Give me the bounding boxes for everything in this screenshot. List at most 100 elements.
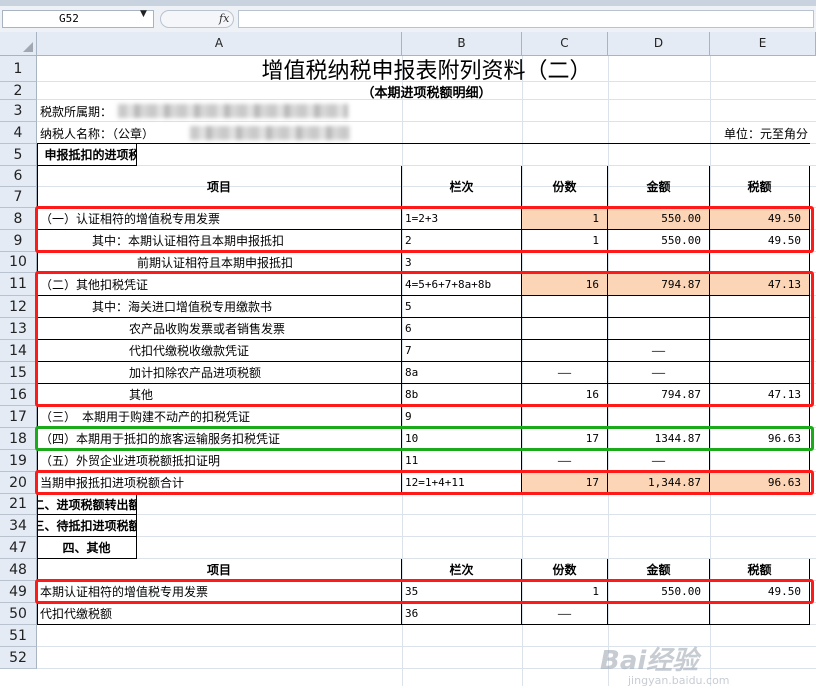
- item-label[interactable]: 其他: [37, 384, 402, 406]
- value-tax[interactable]: 96.63: [710, 428, 810, 450]
- line-code[interactable]: 10: [402, 428, 522, 450]
- value-count[interactable]: [522, 318, 608, 340]
- row-header-13[interactable]: 13: [0, 318, 37, 340]
- value-tax[interactable]: 49.50: [710, 581, 810, 603]
- value-count[interactable]: [522, 296, 608, 318]
- line-code[interactable]: 35: [402, 581, 522, 603]
- line-code[interactable]: 5: [402, 296, 522, 318]
- item-label[interactable]: （三） 本期用于购建不动产的扣税凭证: [37, 406, 402, 428]
- column-header-d[interactable]: D: [608, 32, 710, 56]
- header-item[interactable]: 项目: [37, 166, 402, 208]
- value-tax[interactable]: [710, 296, 810, 318]
- item-label[interactable]: 当期申报抵扣进项税额合计: [37, 472, 402, 494]
- sheet-subtitle[interactable]: （本期进项税额明细）: [37, 82, 816, 101]
- line-code[interactable]: 4=5+6+7+8a+8b: [402, 273, 522, 296]
- value-tax[interactable]: [710, 252, 810, 273]
- row-header-7[interactable]: 7: [0, 187, 37, 208]
- row-header-50[interactable]: 50: [0, 603, 37, 625]
- value-tax[interactable]: 47.13: [710, 273, 810, 296]
- value-amount[interactable]: ——: [608, 340, 710, 362]
- section-header[interactable]: 四、其他: [37, 537, 137, 559]
- value-amount[interactable]: ——: [608, 450, 710, 472]
- value-count[interactable]: 16: [522, 273, 608, 296]
- line-code[interactable]: 2: [402, 230, 522, 252]
- header-tax[interactable]: 税额: [710, 559, 810, 581]
- row-header-8[interactable]: 8: [0, 208, 37, 230]
- line-code[interactable]: 7: [402, 340, 522, 362]
- value-amount[interactable]: 1344.87: [608, 428, 710, 450]
- row-header-10[interactable]: 10: [0, 252, 37, 273]
- item-label[interactable]: 代扣代缴税额: [37, 603, 402, 625]
- row-header-21[interactable]: 21: [0, 494, 37, 515]
- row-header-5[interactable]: 5: [0, 144, 37, 166]
- row-header-49[interactable]: 49: [0, 581, 37, 603]
- value-tax[interactable]: [710, 340, 810, 362]
- line-code[interactable]: 12=1+4+11: [402, 472, 522, 494]
- item-label[interactable]: （四）本期用于抵扣的旅客运输服务扣税凭证: [37, 428, 402, 450]
- header-amount[interactable]: 金额: [608, 559, 710, 581]
- row-header-17[interactable]: 17: [0, 406, 37, 428]
- value-amount[interactable]: 794.87: [608, 384, 710, 406]
- item-label[interactable]: 其中：海关进口增值税专用缴款书: [37, 296, 402, 318]
- line-code[interactable]: 11: [402, 450, 522, 472]
- formula-input[interactable]: [238, 10, 814, 28]
- unit-label[interactable]: 单位：元至角分: [608, 122, 816, 144]
- column-header-e[interactable]: E: [710, 32, 816, 56]
- value-amount[interactable]: 794.87: [608, 273, 710, 296]
- row-header-20[interactable]: 20: [0, 472, 37, 494]
- line-code[interactable]: 9: [402, 406, 522, 428]
- row-header-34[interactable]: 34: [0, 515, 37, 537]
- value-count[interactable]: ——: [522, 450, 608, 472]
- item-label[interactable]: （二）其他扣税凭证: [37, 273, 402, 296]
- row-header-15[interactable]: 15: [0, 362, 37, 384]
- line-code[interactable]: 1=2+3: [402, 208, 522, 230]
- header-line[interactable]: 栏次: [402, 559, 522, 581]
- value-tax[interactable]: [710, 362, 810, 384]
- value-amount[interactable]: [608, 603, 710, 625]
- item-label[interactable]: 本期认证相符的增值税专用发票: [37, 581, 402, 603]
- line-code[interactable]: 8b: [402, 384, 522, 406]
- item-label[interactable]: 代扣代缴税收缴款凭证: [37, 340, 402, 362]
- item-label[interactable]: 前期认证相符且本期申报抵扣: [37, 252, 402, 273]
- header-amount[interactable]: 金额: [608, 166, 710, 208]
- header-item[interactable]: 项目: [37, 559, 402, 581]
- header-line[interactable]: 栏次: [402, 166, 522, 208]
- item-label[interactable]: （五）外贸企业进项税额抵扣证明: [37, 450, 402, 472]
- item-label[interactable]: 加计扣除农产品进项税额: [37, 362, 402, 384]
- row-header-47[interactable]: 47: [0, 537, 37, 559]
- value-amount[interactable]: ——: [608, 362, 710, 384]
- column-header-c[interactable]: C: [522, 32, 608, 56]
- value-count[interactable]: [522, 340, 608, 362]
- header-tax[interactable]: 税额: [710, 166, 810, 208]
- line-code[interactable]: 36: [402, 603, 522, 625]
- column-header-a[interactable]: A: [37, 32, 402, 56]
- line-code[interactable]: 3: [402, 252, 522, 273]
- row-header-11[interactable]: 11: [0, 273, 37, 296]
- row-header-2[interactable]: 2: [0, 82, 37, 100]
- item-label[interactable]: 其中：本期认证相符且本期申报抵扣: [37, 230, 402, 252]
- value-tax[interactable]: [710, 406, 810, 428]
- section-header[interactable]: 一、申报抵扣的进项税额: [37, 144, 137, 166]
- value-amount[interactable]: 1,344.87: [608, 472, 710, 494]
- row-header-9[interactable]: 9: [0, 230, 37, 252]
- row-header-4[interactable]: 4: [0, 122, 37, 144]
- value-count[interactable]: [522, 252, 608, 273]
- item-label[interactable]: 农产品收购发票或者销售发票: [37, 318, 402, 340]
- value-tax[interactable]: [710, 603, 810, 625]
- select-all-corner[interactable]: [0, 32, 37, 56]
- value-amount[interactable]: [608, 296, 710, 318]
- row-header-16[interactable]: 16: [0, 384, 37, 406]
- section-header[interactable]: 二、进项税额转出额: [37, 494, 137, 515]
- sheet-title[interactable]: 增值税纳税申报表附列资料（二）: [37, 56, 816, 82]
- value-count[interactable]: 17: [522, 472, 608, 494]
- column-header-b[interactable]: B: [402, 32, 522, 56]
- value-amount[interactable]: 550.00: [608, 581, 710, 603]
- value-count[interactable]: [522, 406, 608, 428]
- line-code[interactable]: 8a: [402, 362, 522, 384]
- line-code[interactable]: 6: [402, 318, 522, 340]
- section-header[interactable]: 三、待抵扣进项税额: [37, 515, 137, 537]
- header-count[interactable]: 份数: [522, 166, 608, 208]
- row-header-12[interactable]: 12: [0, 296, 37, 318]
- row-header-18[interactable]: 18: [0, 428, 37, 450]
- value-tax[interactable]: [710, 318, 810, 340]
